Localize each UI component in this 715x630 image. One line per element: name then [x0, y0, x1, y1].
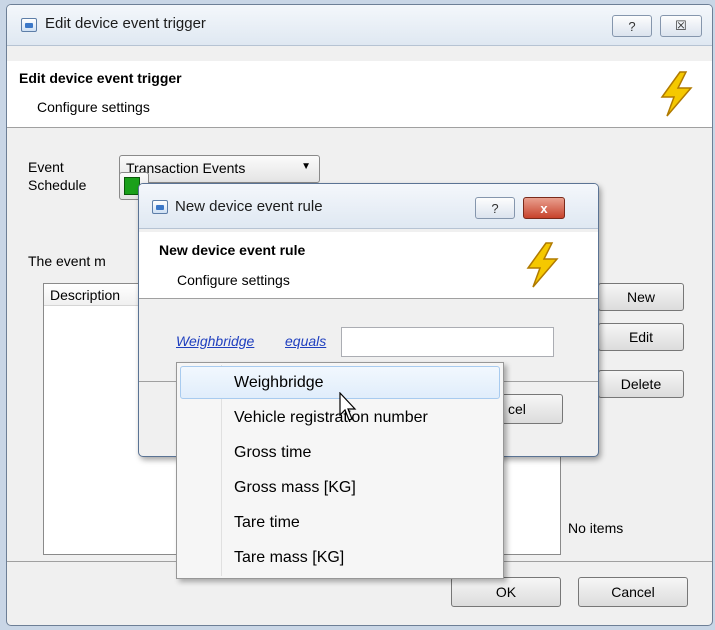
event-map-label: The event m: [28, 253, 106, 269]
mouse-pointer-icon: [339, 392, 357, 421]
chevron-down-icon: ▼: [301, 161, 311, 172]
list-empty-text: No items: [568, 520, 624, 536]
dropdown-option-tare-mass[interactable]: Tare mass [KG]: [180, 541, 500, 574]
dropdown-option-gross-time[interactable]: Gross time: [180, 436, 500, 469]
close-button[interactable]: x: [523, 197, 565, 219]
outer-title-bar[interactable]: Edit device event trigger ? ☒: [7, 5, 712, 46]
app-icon: [21, 18, 37, 32]
new-button[interactable]: New: [598, 283, 684, 311]
inner-header-title: New device event rule: [159, 242, 306, 258]
outer-header-subtitle: Configure settings: [37, 99, 150, 115]
event-label: Event: [28, 159, 64, 175]
help-button[interactable]: ?: [475, 197, 515, 219]
rule-operator-link[interactable]: equals: [285, 333, 326, 349]
event-select[interactable]: Transaction Events ▼: [119, 155, 320, 183]
inner-header-subtitle: Configure settings: [177, 272, 290, 288]
help-icon: ?: [628, 18, 636, 34]
close-icon: x: [540, 200, 548, 216]
inner-window-title: New device event rule: [175, 198, 323, 215]
inner-cancel-label: cel: [508, 401, 526, 417]
outer-header-panel: Edit device event trigger Configure sett…: [7, 61, 712, 128]
ok-button[interactable]: OK: [451, 577, 561, 607]
outer-header-title: Edit device event trigger: [19, 70, 182, 86]
close-icon: ☒: [675, 18, 687, 33]
outer-window-title: Edit device event trigger: [45, 15, 206, 32]
dropdown-option-tare-time[interactable]: Tare time: [180, 506, 500, 539]
lightning-bolt-icon: [660, 71, 693, 117]
rule-value-input[interactable]: [341, 327, 554, 357]
help-button[interactable]: ?: [612, 15, 652, 37]
cancel-button[interactable]: Cancel: [578, 577, 688, 607]
inner-title-bar[interactable]: New device event rule ? x: [139, 184, 598, 229]
rule-field-link[interactable]: Weighbridge: [176, 333, 254, 349]
app-icon: [152, 200, 168, 214]
dropdown-option-gross-mass[interactable]: Gross mass [KG]: [180, 471, 500, 504]
inner-header-panel: New device event rule Configure settings: [139, 232, 598, 299]
lightning-bolt-icon: [526, 242, 559, 288]
delete-button[interactable]: Delete: [598, 370, 684, 398]
schedule-label: Schedule: [28, 177, 87, 193]
edit-button[interactable]: Edit: [598, 323, 684, 351]
help-icon: ?: [491, 200, 499, 216]
close-button[interactable]: ☒: [660, 15, 702, 37]
